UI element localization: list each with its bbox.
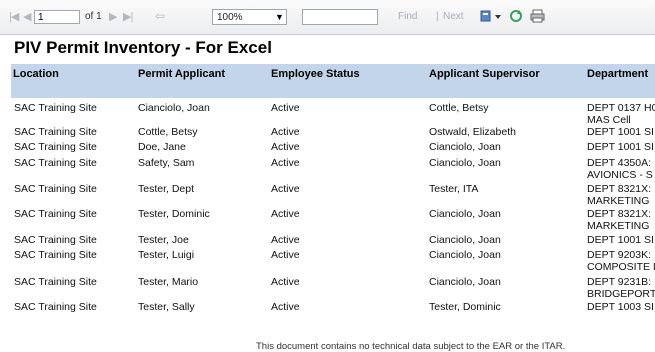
cell-employee-status: Active bbox=[271, 183, 300, 195]
cell-permit-applicant: Safety, Sam bbox=[138, 157, 195, 169]
cell-applicant-supervisor: Cianciolo, Joan bbox=[429, 249, 501, 261]
cell-applicant-supervisor: Tester, ITA bbox=[429, 183, 479, 195]
page-count-label: of 1 bbox=[85, 10, 102, 22]
chevron-down-icon: ▼ bbox=[275, 12, 284, 22]
find-input[interactable] bbox=[302, 9, 378, 25]
column-header-department: Department bbox=[587, 68, 649, 80]
find-separator: | bbox=[436, 10, 439, 22]
cell-applicant-supervisor: Ostwald, Elizabeth bbox=[429, 126, 516, 138]
table-header: Location Permit Applicant Employee Statu… bbox=[11, 64, 655, 98]
cell-department: DEPT 1001 SI bbox=[587, 234, 655, 246]
cell-employee-status: Active bbox=[271, 102, 300, 114]
column-header-permit-applicant: Permit Applicant bbox=[138, 68, 225, 80]
report-toolbar: |◀ ◀ 1 of 1 ▶ ▶| ⇦ 100% ▼ Find | Next bbox=[0, 0, 655, 35]
department-line-1: DEPT 1001 SI bbox=[587, 126, 654, 138]
cell-department: DEPT 4350A: AVIONICS - S bbox=[587, 157, 655, 181]
department-line-1: DEPT 8321X: bbox=[587, 208, 652, 220]
department-line-2: MAS Cell bbox=[587, 114, 631, 126]
cell-employee-status: Active bbox=[271, 276, 300, 288]
cell-applicant-supervisor: Cottle, Betsy bbox=[429, 102, 489, 114]
cell-employee-status: Active bbox=[271, 126, 300, 138]
zoom-value: 100% bbox=[217, 11, 243, 23]
cell-employee-status: Active bbox=[271, 234, 300, 246]
cell-department: DEPT 1001 SI bbox=[587, 141, 655, 153]
back-icon[interactable]: ⇦ bbox=[155, 8, 165, 24]
department-line-1: DEPT 1001 SI bbox=[587, 234, 654, 246]
next-page-icon[interactable]: ▶ bbox=[109, 8, 118, 24]
cell-permit-applicant: Tester, Luigi bbox=[138, 249, 195, 261]
find-link[interactable]: Find bbox=[398, 8, 417, 24]
cell-department: DEPT 9231B: BRIDGEPORT bbox=[587, 276, 655, 300]
last-page-icon[interactable]: ▶| bbox=[123, 8, 133, 24]
page-number-input[interactable]: 1 bbox=[34, 10, 80, 24]
department-line-1: DEPT 9231B: bbox=[587, 276, 652, 288]
cell-location: SAC Training Site bbox=[14, 276, 97, 288]
report-title: PIV Permit Inventory - For Excel bbox=[14, 38, 272, 57]
cell-employee-status: Active bbox=[271, 157, 300, 169]
zoom-select[interactable]: 100% ▼ bbox=[212, 9, 287, 25]
cell-location: SAC Training Site bbox=[14, 301, 97, 313]
previous-page-icon[interactable]: ◀ bbox=[23, 8, 32, 24]
cell-location: SAC Training Site bbox=[14, 141, 97, 153]
department-line-1: DEPT 4350A: bbox=[587, 157, 652, 169]
department-line-2: BRIDGEPORT bbox=[587, 288, 655, 300]
column-header-employee-status: Employee Status bbox=[271, 68, 360, 80]
cell-permit-applicant: Tester, Joe bbox=[138, 234, 189, 246]
cell-applicant-supervisor: Cianciolo, Joan bbox=[429, 234, 501, 246]
cell-permit-applicant: Tester, Dominic bbox=[138, 208, 210, 220]
cell-location: SAC Training Site bbox=[14, 208, 97, 220]
cell-permit-applicant: Tester, Sally bbox=[138, 301, 195, 313]
cell-employee-status: Active bbox=[271, 141, 300, 153]
department-line-2: COMPOSITE I bbox=[587, 261, 655, 273]
cell-location: SAC Training Site bbox=[14, 234, 97, 246]
department-line-1: DEPT 9203K: bbox=[587, 249, 652, 261]
department-line-2: MARKETING bbox=[587, 220, 650, 232]
cell-location: SAC Training Site bbox=[14, 249, 97, 261]
export-icon[interactable] bbox=[480, 8, 502, 24]
cell-permit-applicant: Tester, Dept bbox=[138, 183, 195, 195]
cell-location: SAC Training Site bbox=[14, 126, 97, 138]
find-next-link[interactable]: Next bbox=[443, 8, 464, 24]
cell-applicant-supervisor: Cianciolo, Joan bbox=[429, 157, 501, 169]
cell-department: DEPT 0137 H0 MAS Cell bbox=[587, 102, 655, 126]
column-header-applicant-supervisor: Applicant Supervisor bbox=[429, 68, 540, 80]
cell-permit-applicant: Tester, Mario bbox=[138, 276, 199, 288]
cell-applicant-supervisor: Tester, Dominic bbox=[429, 301, 501, 313]
department-line-2: MARKETING bbox=[587, 195, 650, 207]
department-line-1: DEPT 1001 SI bbox=[587, 141, 654, 153]
cell-permit-applicant: Cottle, Betsy bbox=[138, 126, 198, 138]
cell-department: DEPT 8321X: MARKETING bbox=[587, 183, 655, 207]
department-line-1: DEPT 1003 SI bbox=[587, 301, 654, 313]
cell-permit-applicant: Doe, Jane bbox=[138, 141, 186, 153]
column-header-location: Location bbox=[13, 68, 59, 80]
cell-applicant-supervisor: Cianciolo, Joan bbox=[429, 141, 501, 153]
export-control-notice: This document contains no technical data… bbox=[256, 341, 566, 352]
cell-employee-status: Active bbox=[271, 249, 300, 261]
print-icon[interactable] bbox=[530, 8, 545, 24]
first-page-icon[interactable]: |◀ bbox=[9, 8, 19, 24]
cell-applicant-supervisor: Cianciolo, Joan bbox=[429, 276, 501, 288]
cell-location: SAC Training Site bbox=[14, 157, 97, 169]
cell-department: DEPT 1001 SI bbox=[587, 126, 655, 138]
refresh-icon[interactable] bbox=[509, 8, 523, 24]
department-line-1: DEPT 0137 H0 bbox=[587, 102, 655, 114]
cell-department: DEPT 8321X: MARKETING bbox=[587, 208, 655, 232]
cell-applicant-supervisor: Cianciolo, Joan bbox=[429, 208, 501, 220]
cell-location: SAC Training Site bbox=[14, 102, 97, 114]
cell-employee-status: Active bbox=[271, 208, 300, 220]
cell-location: SAC Training Site bbox=[14, 183, 97, 195]
cell-employee-status: Active bbox=[271, 301, 300, 313]
cell-department: DEPT 9203K: COMPOSITE I bbox=[587, 249, 655, 273]
cell-permit-applicant: Cianciolo, Joan bbox=[138, 102, 210, 114]
cell-department: DEPT 1003 SI bbox=[587, 301, 655, 313]
department-line-1: DEPT 8321X: bbox=[587, 183, 652, 195]
department-line-2: AVIONICS - S bbox=[587, 169, 653, 181]
